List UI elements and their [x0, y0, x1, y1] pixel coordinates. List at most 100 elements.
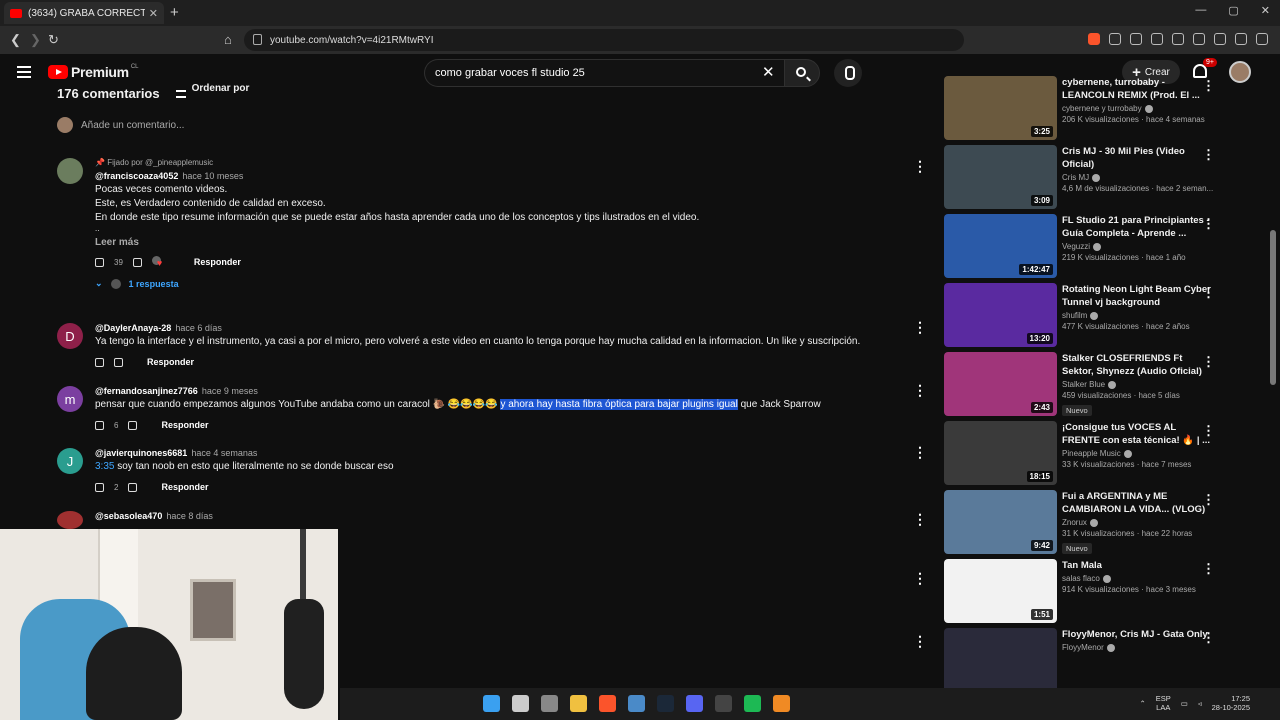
- file-explorer-icon[interactable]: [570, 695, 587, 712]
- video-channel[interactable]: cybernene y turrobaby: [1062, 104, 1212, 113]
- timestamp-link[interactable]: 3:35: [95, 461, 114, 472]
- video-channel[interactable]: salas flaco: [1062, 574, 1212, 583]
- commenter-avatar[interactable]: [57, 511, 83, 529]
- video-menu-icon[interactable]: ⋮: [1202, 285, 1215, 301]
- minimize-button[interactable]: —: [1195, 4, 1206, 17]
- video-channel[interactable]: FloyyMenor: [1062, 643, 1212, 652]
- comment-time[interactable]: hace 4 semanas: [191, 448, 257, 458]
- steam-icon[interactable]: [657, 695, 674, 712]
- recommended-video-item[interactable]: 2:43 Stalker CLOSEFRIENDS Ft Sektor, Shyn…: [944, 352, 1234, 416]
- vpn-icon[interactable]: [1235, 33, 1247, 45]
- comment-menu-icon[interactable]: ⋮: [913, 319, 927, 336]
- add-comment-row[interactable]: Añade un comentario...: [57, 117, 897, 134]
- comment-menu-icon[interactable]: ⋮: [913, 511, 927, 528]
- reply-button[interactable]: Responder: [147, 357, 194, 367]
- commenter-avatar[interactable]: D: [57, 323, 83, 349]
- sort-button[interactable]: Ordenar por: [192, 83, 250, 94]
- video-title[interactable]: Tan Mala: [1062, 559, 1212, 572]
- video-menu-icon[interactable]: ⋮: [1202, 492, 1215, 508]
- recommended-video-item[interactable]: 3:25 cybernene, turrobaby - LEANCOLN REMI…: [944, 76, 1234, 140]
- video-channel[interactable]: Cris MJ: [1062, 173, 1212, 182]
- comment-menu-icon[interactable]: ⋮: [913, 633, 927, 650]
- comment-menu-icon[interactable]: ⋮: [913, 382, 927, 399]
- recommended-video-item[interactable]: 1:42:47 FL Studio 21 para Principiantes -…: [944, 214, 1234, 278]
- spotify-icon[interactable]: [744, 695, 761, 712]
- url-field[interactable]: youtube.com/watch?v=4i21RMtwRYI: [244, 29, 964, 51]
- close-window-button[interactable]: ✕: [1261, 4, 1270, 17]
- video-thumbnail[interactable]: 1:42:47: [944, 214, 1057, 278]
- scrollbar[interactable]: [1270, 230, 1276, 385]
- like-icon[interactable]: [95, 420, 104, 430]
- recommended-video-item[interactable]: FloyyMenor, Cris MJ - Gata Only FloyyMeno…: [944, 628, 1234, 692]
- comment-time[interactable]: hace 8 días: [166, 511, 213, 521]
- search-button[interactable]: [784, 59, 820, 87]
- volume-icon[interactable]: ◃: [1198, 699, 1202, 708]
- task-view-icon[interactable]: [541, 695, 558, 712]
- extension-icon[interactable]: [1109, 33, 1121, 45]
- media-icon[interactable]: [1172, 33, 1184, 45]
- sort-icon[interactable]: [175, 89, 186, 98]
- read-more-link[interactable]: Leer más: [95, 237, 915, 248]
- comment-author[interactable]: @sebasolea470: [95, 511, 162, 521]
- commenter-avatar[interactable]: [57, 158, 83, 184]
- like-icon[interactable]: [95, 257, 104, 267]
- voice-search-mic-icon[interactable]: [834, 59, 862, 87]
- brave-shields-icon[interactable]: [1088, 33, 1100, 45]
- browser-menu-icon[interactable]: [1256, 33, 1268, 45]
- video-menu-icon[interactable]: ⋮: [1202, 78, 1215, 94]
- wallet-icon[interactable]: [1214, 33, 1226, 45]
- back-icon[interactable]: ❮: [10, 32, 21, 48]
- video-title[interactable]: ¡Consigue tus VOCES AL FRENTE con esta t…: [1062, 421, 1212, 447]
- video-thumbnail[interactable]: 18:15: [944, 421, 1057, 485]
- video-title[interactable]: Cris MJ - 30 Mil Pies (Video Oficial): [1062, 145, 1212, 171]
- download-icon[interactable]: [1151, 33, 1163, 45]
- comment-author[interactable]: @javierquinones6681: [95, 448, 187, 458]
- comment-time[interactable]: hace 10 meses: [182, 171, 243, 181]
- video-thumbnail[interactable]: 2:43: [944, 352, 1057, 416]
- tab-close-icon[interactable]: ✕: [149, 7, 158, 20]
- video-title[interactable]: Rotating Neon Light Beam Cyber Tunnel vj…: [1062, 283, 1212, 309]
- forward-icon[interactable]: ❯: [30, 32, 41, 48]
- comment-author[interactable]: @fernandosanjinez7766: [95, 386, 198, 396]
- reply-button[interactable]: Responder: [161, 482, 208, 492]
- video-title[interactable]: FL Studio 21 para Principiantes - Guía C…: [1062, 214, 1212, 240]
- browser-tab[interactable]: (3634) GRABA CORRECTAMENTE ✕: [4, 2, 164, 24]
- maximize-button[interactable]: ▢: [1228, 4, 1238, 17]
- view-replies-button[interactable]: ⌄ 1 respuesta: [95, 278, 915, 289]
- like-icon[interactable]: [95, 357, 104, 367]
- video-title[interactable]: Fui a ARGENTINA y ME CAMBIARON LA VIDA..…: [1062, 490, 1212, 516]
- commenter-avatar[interactable]: m: [57, 386, 83, 412]
- clear-search-icon[interactable]: ✕: [762, 63, 775, 81]
- recommended-video-item[interactable]: 9:42 Fui a ARGENTINA y ME CAMBIARON LA VI…: [944, 490, 1234, 554]
- video-thumbnail[interactable]: 1:51: [944, 559, 1057, 623]
- extension-icon[interactable]: [1130, 33, 1142, 45]
- video-menu-icon[interactable]: ⋮: [1202, 147, 1215, 163]
- video-thumbnail[interactable]: 3:09: [944, 145, 1057, 209]
- recommended-video-item[interactable]: 3:09 Cris MJ - 30 Mil Pies (Video Oficial…: [944, 145, 1234, 209]
- comment-menu-icon[interactable]: ⋮: [913, 444, 927, 461]
- recommended-video-item[interactable]: 13:20 Rotating Neon Light Beam Cyber Tunn…: [944, 283, 1234, 347]
- comment-menu-icon[interactable]: ⋮: [913, 570, 927, 587]
- keyboard-layout[interactable]: ESP LAA: [1156, 694, 1171, 712]
- brave-icon[interactable]: [599, 695, 616, 712]
- dislike-icon[interactable]: [128, 420, 138, 430]
- dislike-icon[interactable]: [128, 482, 138, 492]
- discord-icon[interactable]: [686, 695, 703, 712]
- start-icon[interactable]: [483, 695, 500, 712]
- video-menu-icon[interactable]: ⋮: [1202, 216, 1215, 232]
- video-menu-icon[interactable]: ⋮: [1202, 630, 1215, 646]
- reply-button[interactable]: Responder: [194, 257, 241, 267]
- site-info-icon[interactable]: [253, 34, 262, 45]
- recommended-video-item[interactable]: 1:51 Tan Mala salas flaco 914 K visualizaci…: [944, 559, 1234, 623]
- video-menu-icon[interactable]: ⋮: [1202, 423, 1215, 439]
- comment-author[interactable]: @franciscoaza4052: [95, 171, 178, 181]
- video-channel[interactable]: Stalker Blue: [1062, 380, 1212, 389]
- comment-time[interactable]: hace 6 días: [175, 323, 222, 333]
- hamburger-menu-icon[interactable]: [17, 66, 31, 78]
- obs-icon[interactable]: [715, 695, 732, 712]
- reply-button[interactable]: Responder: [161, 420, 208, 430]
- comment-author[interactable]: @DaylerAnaya-28: [95, 323, 171, 333]
- comment-time[interactable]: hace 9 meses: [202, 386, 258, 396]
- new-tab-button[interactable]: +: [170, 4, 179, 21]
- video-channel[interactable]: Veguzzi: [1062, 242, 1212, 251]
